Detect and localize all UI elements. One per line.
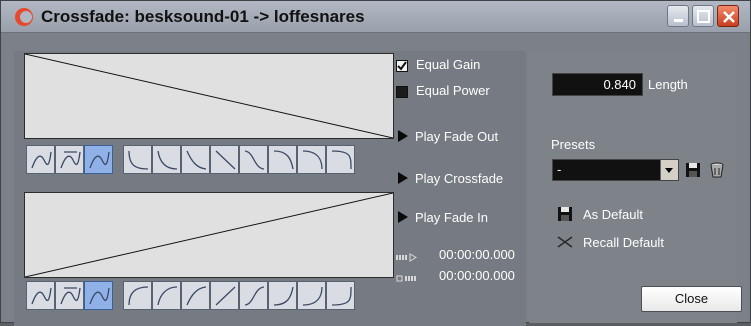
recall-default-label[interactable]: Recall Default (583, 235, 664, 250)
fade-in-preset-4-icon (215, 286, 236, 306)
fade-in-time: 00:00:00.000 (439, 268, 515, 283)
curve-editor-panel: Equal Gain Equal Power Play Fade Out Pla… (14, 51, 526, 326)
shape-button-fade-out-preset-7[interactable] (297, 145, 326, 174)
chevron-down-icon (665, 168, 673, 173)
play-crossfade-icon[interactable] (398, 172, 408, 184)
fade-out-preset-1-icon (128, 150, 149, 170)
fade-in-preset-1-icon (128, 286, 149, 306)
fade-in-preset-5-icon (244, 286, 265, 306)
shape-button-fade-out-preset-6[interactable] (268, 145, 297, 174)
cubase-logo-icon (15, 8, 33, 26)
minimize-icon (674, 19, 683, 22)
close-button[interactable]: Close (641, 286, 742, 312)
minimize-button[interactable] (667, 5, 689, 27)
linear-spline-icon (89, 151, 110, 169)
fade-out-time: 00:00:00.000 (439, 247, 515, 262)
shape-button-fade-in-preset-8[interactable] (326, 281, 355, 310)
fade-in-preset-7-icon (302, 286, 323, 306)
crossfade-dialog: Crossfade: besksound-01 -> loffesnares E… (0, 0, 751, 326)
linear-spline-icon (89, 287, 110, 305)
shape-button-fade-out-preset-5[interactable] (239, 145, 268, 174)
length-input[interactable]: 0.840 (552, 73, 643, 96)
fade-in-time-icon (396, 275, 416, 282)
fade-in-preset-8-icon (331, 286, 352, 306)
shape-button-linear-spline[interactable] (84, 145, 113, 174)
fade-out-preset-8-icon (331, 150, 352, 170)
equal-gain-label: Equal Gain (416, 57, 481, 72)
fade-out-preset-3-icon (186, 150, 207, 170)
maximize-button[interactable] (692, 5, 714, 27)
fade-in-preset-3-icon (186, 286, 207, 306)
shape-button-spline[interactable] (26, 145, 55, 174)
play-fade-out-label[interactable]: Play Fade Out (415, 129, 498, 144)
floppy-disk-icon[interactable] (685, 162, 701, 178)
settings-panel: 0.840 Length Presets - As Default Recall… (529, 51, 737, 323)
close-x-icon (723, 11, 735, 23)
equal-power-checkbox[interactable] (396, 86, 408, 98)
shape-button-fade-out-preset-8[interactable] (326, 145, 355, 174)
damped-spline-icon (60, 287, 81, 305)
shape-button-fade-out-preset-2[interactable] (152, 145, 181, 174)
shape-button-fade-out-preset-3[interactable] (181, 145, 210, 174)
fade-out-curve-graph[interactable] (24, 53, 394, 139)
as-default-floppy-icon (558, 207, 572, 221)
fade-out-preset-6-icon (273, 150, 294, 170)
spline-icon (31, 151, 52, 169)
fade-out-preset-2-icon (157, 150, 178, 170)
shape-button-fade-out-preset-1[interactable] (123, 145, 152, 174)
play-fade-out-icon[interactable] (398, 130, 408, 142)
shape-button-fade-in-preset-3[interactable] (181, 281, 210, 310)
spline-icon (31, 287, 52, 305)
equal-power-label: Equal Power (416, 83, 490, 98)
presets-label: Presets (551, 137, 596, 152)
shape-button-spline[interactable] (26, 281, 55, 310)
fade-out-time-icon (396, 253, 417, 262)
fade-out-curve (25, 54, 393, 138)
shape-button-fade-in-preset-1[interactable] (123, 281, 152, 310)
presets-dropdown[interactable]: - (552, 159, 679, 181)
play-fade-in-icon[interactable] (398, 211, 408, 223)
dropdown-arrow[interactable] (660, 160, 678, 180)
shape-button-fade-in-preset-5[interactable] (239, 281, 268, 310)
play-crossfade-label[interactable]: Play Crossfade (415, 171, 503, 186)
shape-button-damped-spline[interactable] (55, 145, 84, 174)
fade-out-preset-5-icon (244, 150, 265, 170)
shape-button-fade-in-preset-6[interactable] (268, 281, 297, 310)
shape-button-fade-in-preset-4[interactable] (210, 281, 239, 310)
recall-default-icon (557, 236, 573, 248)
trash-icon[interactable] (709, 161, 725, 178)
fade-out-preset-7-icon (302, 150, 323, 170)
shape-button-fade-in-preset-2[interactable] (152, 281, 181, 310)
damped-spline-icon (60, 151, 81, 169)
shape-button-linear-spline[interactable] (84, 281, 113, 310)
shape-button-fade-out-preset-4[interactable] (210, 145, 239, 174)
length-label: Length (648, 77, 688, 92)
fade-in-curve-graph[interactable] (24, 192, 394, 278)
title-bar[interactable]: Crossfade: besksound-01 -> loffesnares (1, 1, 750, 33)
fade-in-curve (25, 193, 393, 277)
shape-button-damped-spline[interactable] (55, 281, 84, 310)
shape-button-fade-in-preset-7[interactable] (297, 281, 326, 310)
as-default-label[interactable]: As Default (583, 207, 643, 222)
play-fade-in-label[interactable]: Play Fade In (415, 210, 488, 225)
fade-in-preset-2-icon (157, 286, 178, 306)
equal-gain-checkbox[interactable] (396, 60, 408, 72)
checkmark-icon (397, 61, 407, 71)
fade-in-preset-6-icon (273, 286, 294, 306)
maximize-icon (697, 10, 710, 23)
dialog-body: Equal Gain Equal Power Play Fade Out Pla… (4, 33, 747, 326)
fade-out-preset-4-icon (215, 150, 236, 170)
window-title: Crossfade: besksound-01 -> loffesnares (41, 7, 365, 26)
window-close-button[interactable] (717, 5, 739, 27)
presets-selected: - (557, 162, 562, 177)
